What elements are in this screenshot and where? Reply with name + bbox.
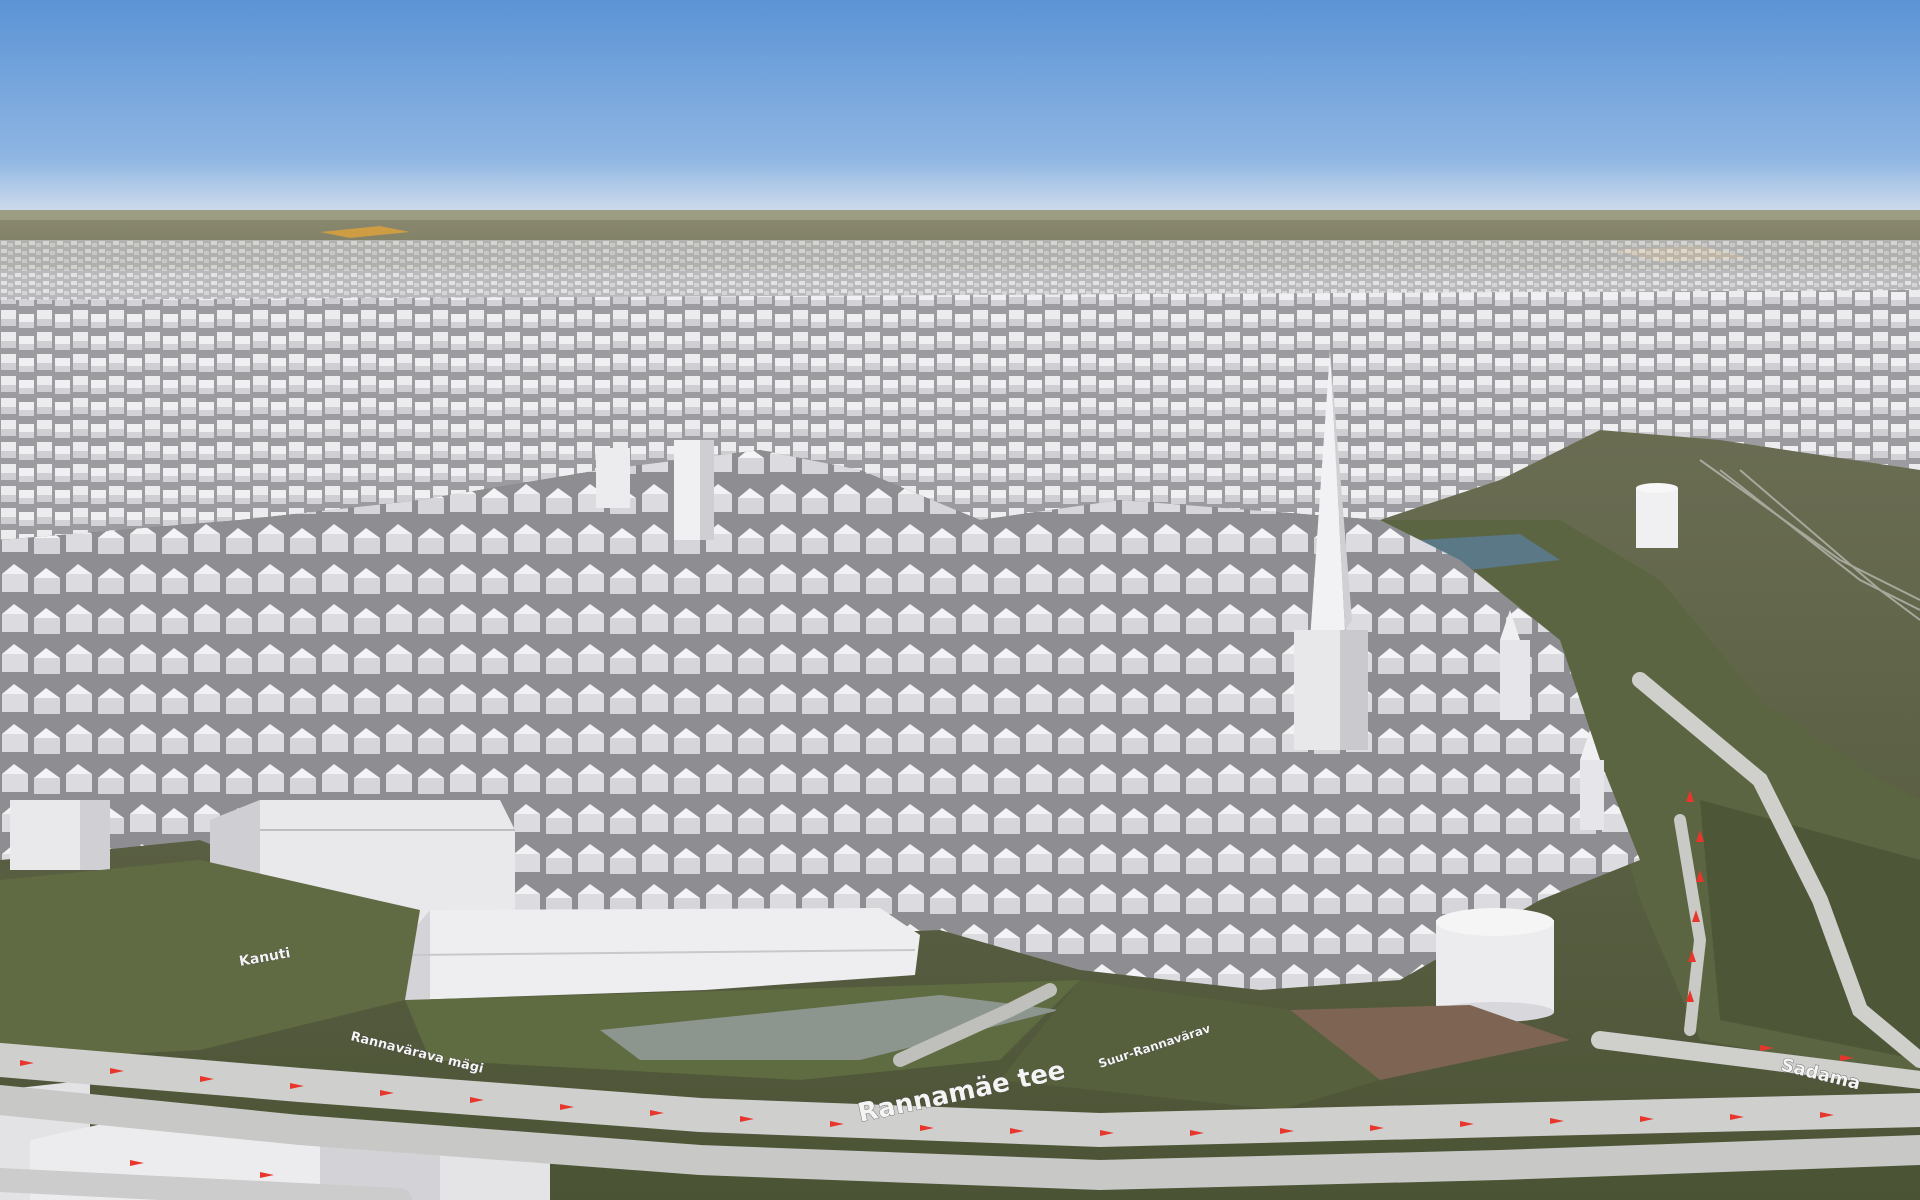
map-3d-scene[interactable]: Rannamäe tee Kanuti Rannavärava mägi Suu… (0, 0, 1920, 1200)
round-tower (1436, 908, 1554, 1022)
sky (0, 0, 1920, 212)
horizon-haze (0, 210, 1920, 220)
small-tower-left (10, 800, 110, 870)
